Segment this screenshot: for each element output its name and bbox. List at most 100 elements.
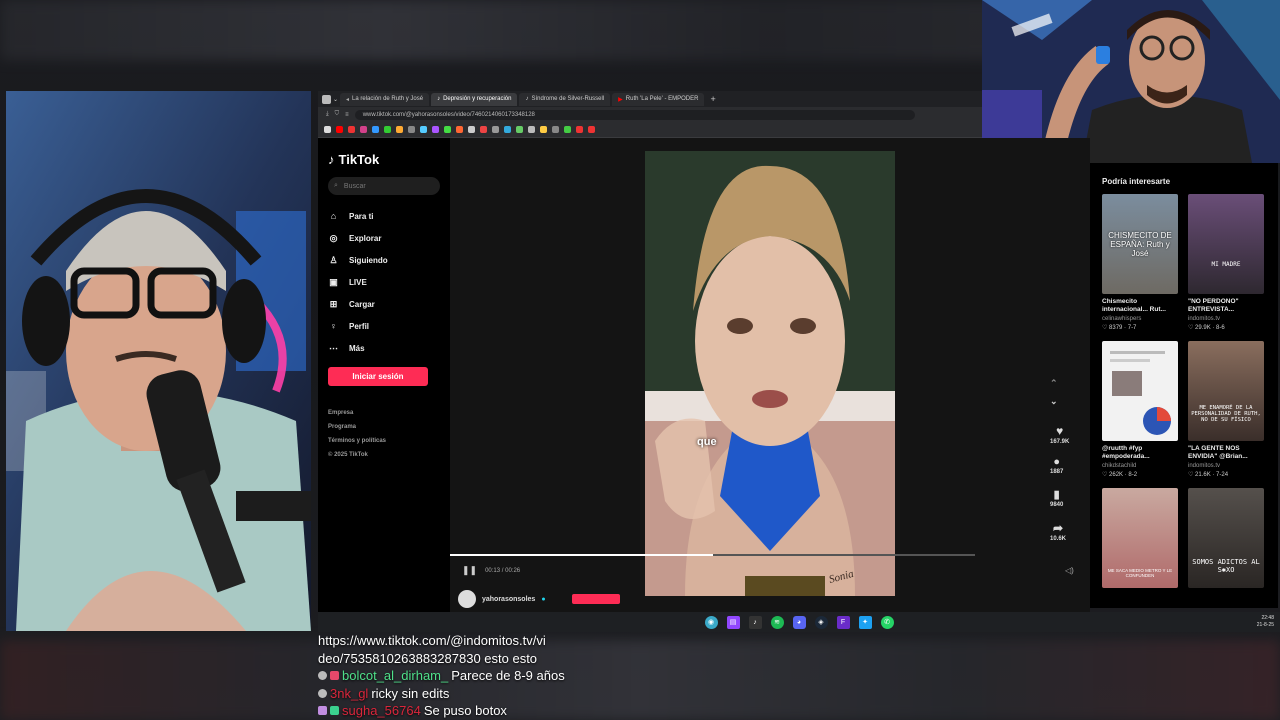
footer-link[interactable]: Programa (328, 420, 440, 434)
bookmark-youtube-icon[interactable] (336, 126, 343, 133)
nav-perfil[interactable]: ♀ Perfil (328, 315, 440, 337)
follow-button[interactable] (571, 594, 620, 604)
rec-item[interactable]: CHISMECITO DE ESPAÑA: Ruth y José Chisme… (1102, 194, 1178, 331)
footer-link[interactable]: Términos y políticas (328, 434, 440, 448)
clock-date: 21-8-25 (1256, 622, 1274, 628)
bookmark-icon[interactable] (372, 126, 379, 133)
bookmark-icon[interactable] (408, 126, 415, 133)
browser-menu-icon[interactable] (322, 94, 331, 104)
pause-icon[interactable]: ❚❚ (462, 565, 477, 576)
nav-mas[interactable]: ⋯ Más (328, 337, 440, 359)
login-button[interactable]: Iniciar sesión (328, 367, 428, 386)
shield-icon[interactable]: ⛉ (335, 111, 340, 118)
twitter-icon[interactable]: ✦ (858, 615, 872, 629)
bookmark-icon[interactable] (552, 126, 559, 133)
comment-action[interactable]: ● 1887 (1050, 456, 1063, 475)
steam-icon[interactable]: ◈ (814, 615, 828, 629)
video-player[interactable]: Sonia que (645, 151, 895, 596)
save-count: 9840 (1050, 502, 1064, 508)
nav-para-ti[interactable]: ⌂ Para ti (328, 205, 440, 227)
tab-label: Ruth 'La Pele' - EMPODER (625, 96, 699, 102)
chat-username[interactable]: 3nk_gl (330, 685, 368, 703)
new-tab-button[interactable]: + (710, 94, 715, 104)
nav-siguiendo[interactable]: ♙ Siguiendo (328, 249, 440, 271)
bookmarks-bar (318, 122, 982, 138)
rec-item[interactable]: ME ENAMORÉ DE LA PERSONALIDAD DE RUTH, N… (1188, 341, 1264, 478)
bookmark-icon[interactable] (480, 126, 487, 133)
app-f-icon[interactable]: F (836, 615, 850, 629)
taskbar-clock[interactable]: 22:48 21-8-25 (1257, 615, 1274, 629)
video-frame: Sonia (645, 151, 895, 596)
bookmark-icon[interactable] (504, 126, 511, 133)
settings-icon[interactable]: ≡ (345, 112, 349, 118)
nav-cargar[interactable]: ⊞ Cargar (328, 293, 440, 315)
tiktok-icon[interactable]: ♪ (748, 615, 762, 629)
like-action[interactable]: ♥ 167.9K (1050, 424, 1069, 445)
bookmark-icon[interactable] (384, 126, 391, 133)
chat-text: https://www.tiktok.com/@indomitos.tv/vi (318, 633, 546, 648)
video-author[interactable]: yahorasonsoles ● (458, 590, 620, 608)
download-icon[interactable]: ⤓ (326, 111, 329, 118)
chat-badge-icon (318, 671, 327, 681)
stream-scene: { "browser": { "tabs": [ {"label": "La r… (0, 0, 1280, 720)
bookmark-icon[interactable] (348, 126, 355, 133)
rec-author: indomitos.tv (1188, 316, 1221, 322)
bookmark-icon[interactable] (564, 126, 571, 133)
bookmark-icon[interactable] (588, 126, 595, 133)
chevron-up-icon[interactable]: ⌃ (1050, 378, 1058, 389)
nav-explorar[interactable]: ◎ Explorar (328, 227, 440, 249)
rec-item[interactable]: SOMOS ADICTOS AL S✱XO (1188, 488, 1264, 588)
tab-dropdown-icon[interactable]: ⌄ (333, 96, 338, 103)
bookmark-icon[interactable] (432, 126, 439, 133)
bookmark-icon[interactable] (492, 126, 499, 133)
chat-username[interactable]: bolcot_al_dirham_ (342, 667, 448, 685)
bookmark-icon[interactable] (420, 126, 427, 133)
rec-item[interactable]: ME SACA MEDIO METRO Y LE CONFUNDEN (1102, 488, 1178, 588)
nav-live[interactable]: ▣ LIVE (328, 271, 440, 293)
discord-icon[interactable]: ◕ (792, 615, 806, 629)
volume-icon[interactable]: ◁) (1065, 566, 1074, 575)
footer-link[interactable]: Empresa (328, 406, 440, 420)
url-field[interactable]: www.tiktok.com/@yahorasonsoles/video/746… (354, 109, 915, 120)
bookmark-icon[interactable] (456, 126, 463, 133)
video-time: 00:13 / 00:26 (485, 567, 521, 574)
tiktok-logo[interactable]: ♪ TikTok (328, 152, 440, 167)
twitch-icon[interactable]: ▤ (726, 615, 740, 629)
video-progress-fill (450, 554, 713, 556)
clock-time: 22:48 (1261, 615, 1274, 621)
tab-2[interactable]: ♪ Depresión y recuperación (431, 92, 518, 106)
chat-username[interactable]: sugha_56764 (342, 702, 421, 720)
bookmark-instagram-icon[interactable] (360, 126, 367, 133)
upload-icon: ⊞ (329, 298, 338, 309)
share-action[interactable]: ➦ 10.6K (1050, 521, 1066, 542)
streamer-webcam (6, 91, 311, 631)
search-icon: ⌕ (334, 182, 338, 189)
bookmark-icon[interactable] (396, 126, 403, 133)
tab-3[interactable]: ♪ Síndrome de Silver-Russell (519, 92, 611, 106)
bookmark-icon[interactable] (516, 126, 523, 133)
compass-icon: ◎ (329, 232, 338, 243)
tab-1[interactable]: ◂ La relación de Ruth y José (340, 92, 430, 106)
streamer-webcam-image (6, 91, 311, 631)
whatsapp-icon[interactable]: ✆ (880, 615, 894, 629)
chat-badge-icon (318, 706, 327, 716)
following-icon: ♙ (329, 254, 338, 265)
bookmark-icon[interactable] (540, 126, 547, 133)
bookmark-icon[interactable] (576, 126, 583, 133)
share-count: 10.6K (1050, 536, 1067, 542)
bookmark-icon[interactable] (528, 126, 535, 133)
rec-item[interactable]: @ruutth #fyp #empoderada... chikdstachil… (1102, 341, 1178, 478)
rec-item[interactable]: MI MADRE "NO PERDONO" ENTREVISTA... indo… (1188, 194, 1264, 331)
save-action[interactable]: ▮ 9840 (1050, 488, 1063, 508)
spotify-icon[interactable]: ≋ (770, 615, 784, 629)
chevron-down-icon[interactable]: ⌄ (1050, 396, 1058, 407)
video-progress-track[interactable] (450, 554, 975, 556)
bookmark-x-icon[interactable] (324, 126, 331, 133)
chrome-icon[interactable]: ◉ (704, 615, 718, 629)
chat-text: ricky sin edits (371, 685, 450, 701)
bookmark-icon[interactable] (468, 126, 475, 133)
search-input[interactable]: ⌕ Buscar (328, 177, 440, 195)
tab-4[interactable]: ▶ Ruth 'La Pele' - EMPODER (612, 92, 705, 106)
like-count: 167.9K (1050, 439, 1070, 445)
bookmark-icon[interactable] (444, 126, 451, 133)
